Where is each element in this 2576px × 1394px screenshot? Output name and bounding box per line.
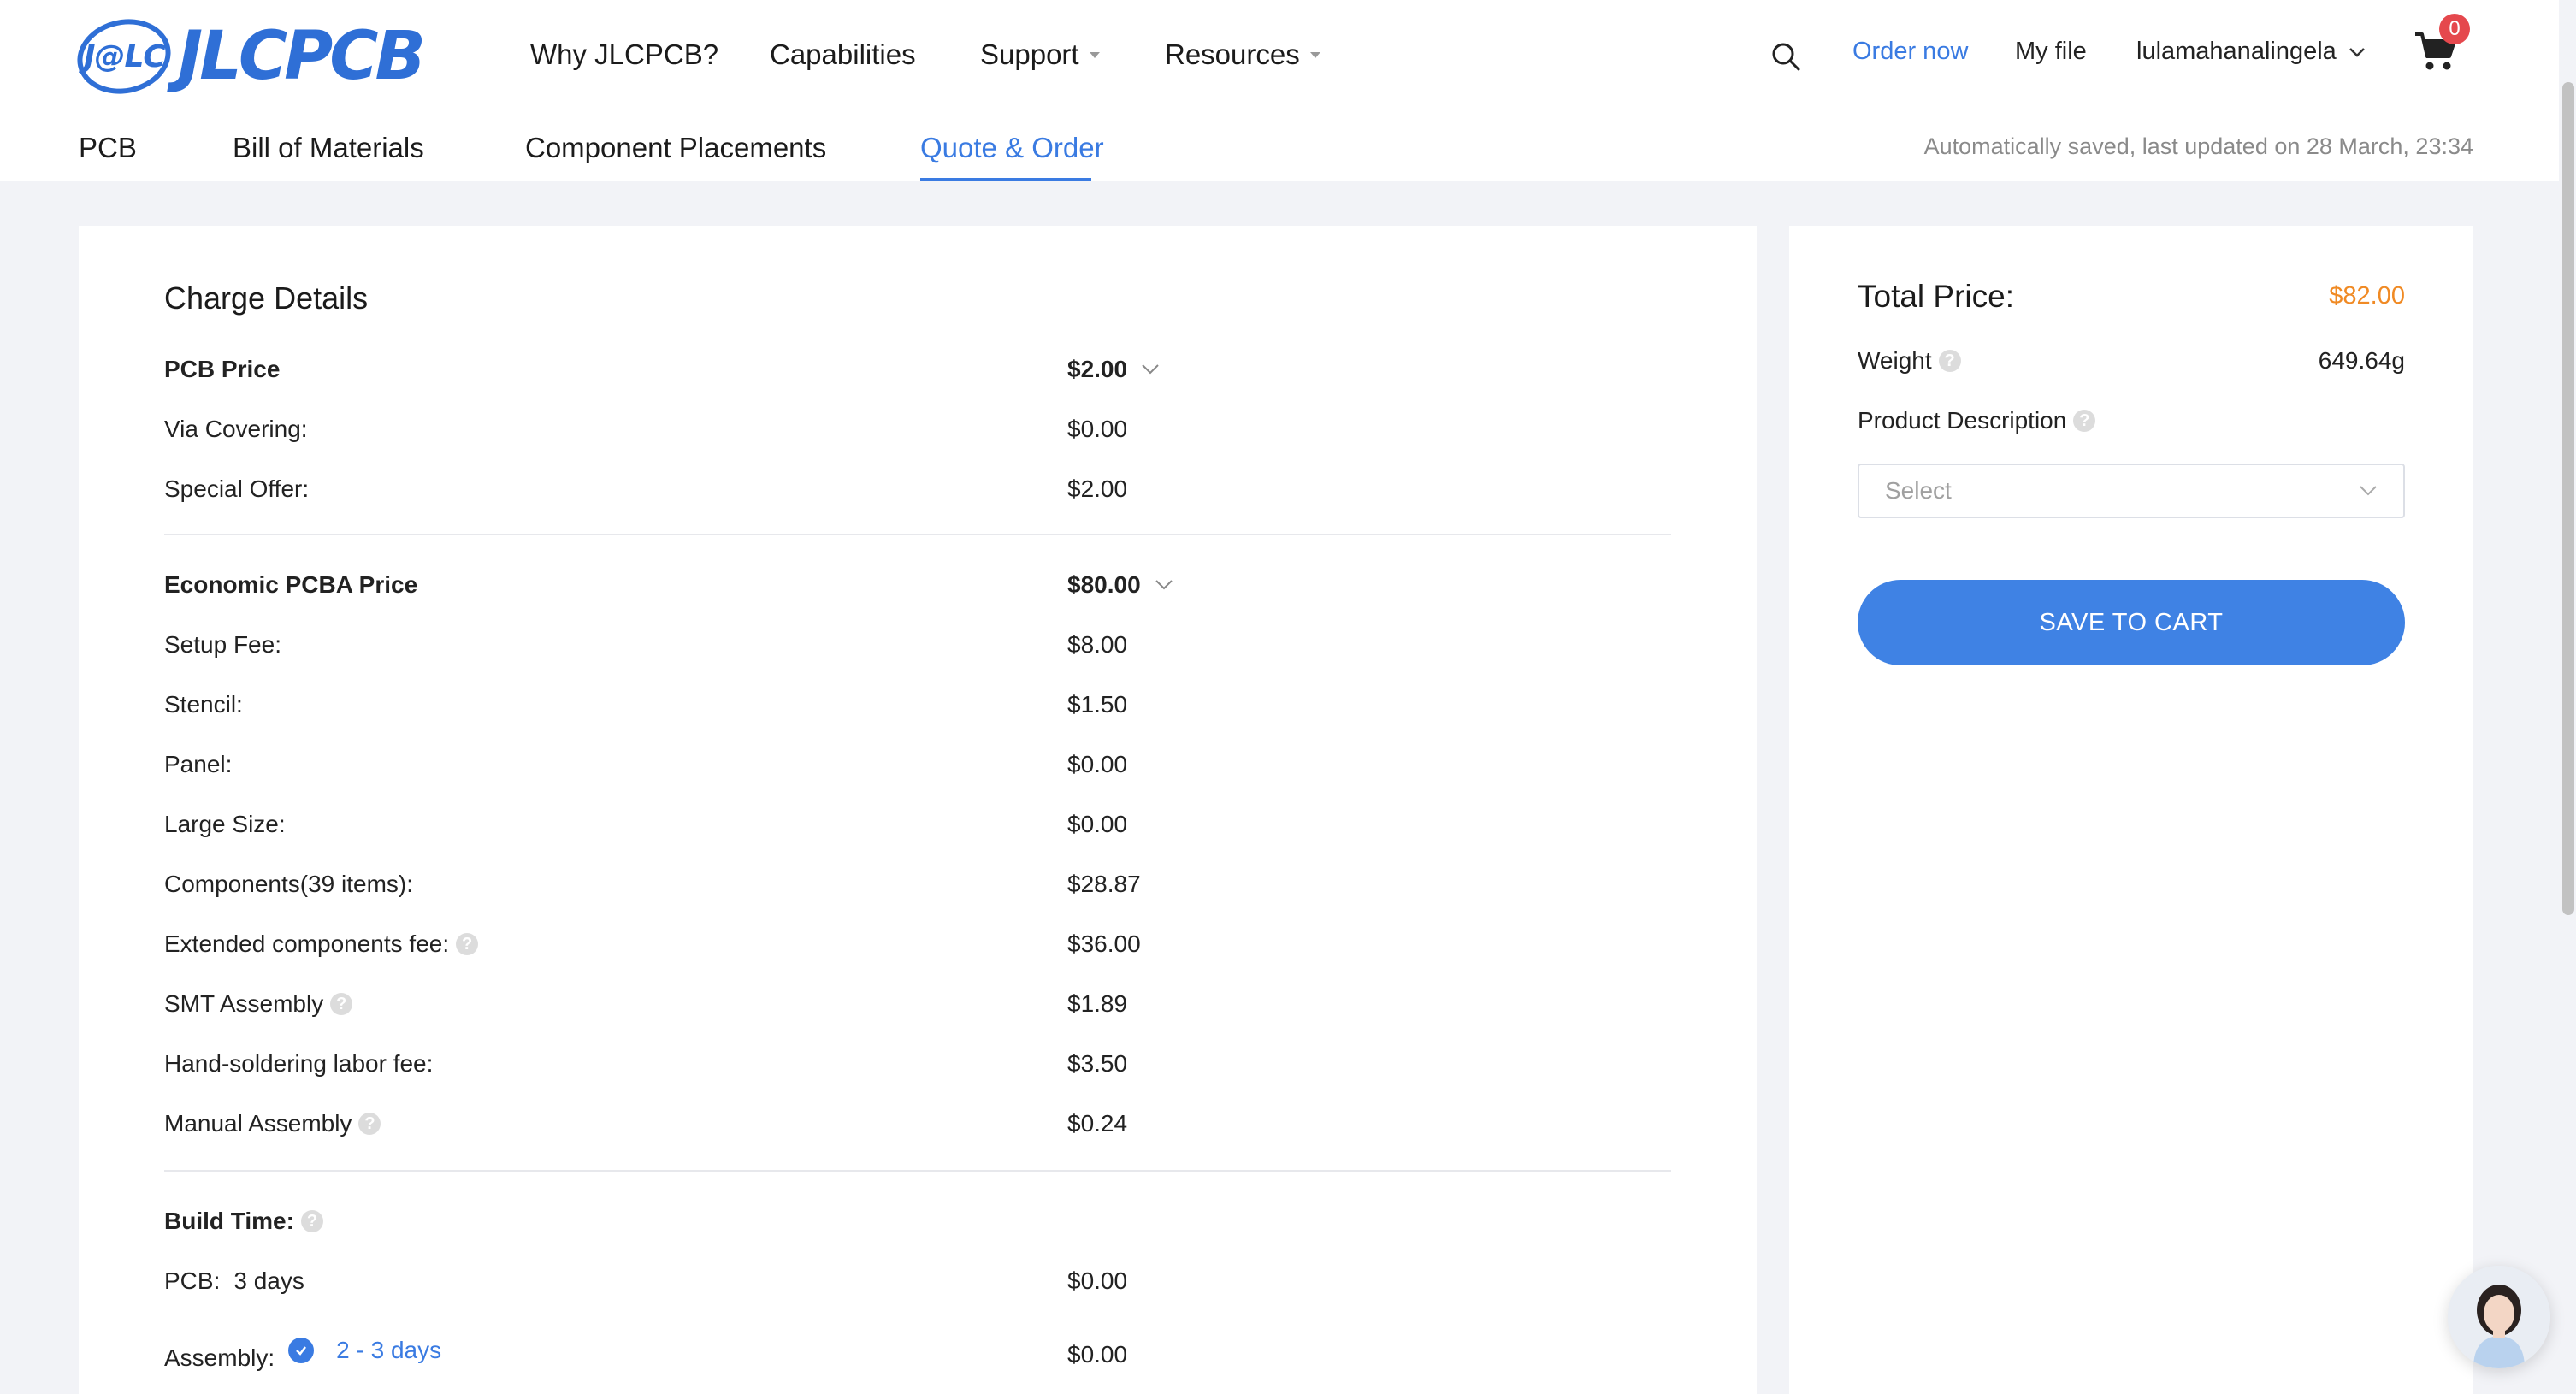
help-icon[interactable]: ? <box>2073 410 2096 432</box>
select-placeholder: Select <box>1885 477 1952 504</box>
nav-capabilities[interactable]: Capabilities <box>770 34 916 75</box>
order-now-link[interactable]: Order now <box>1852 38 1968 66</box>
active-tab-indicator <box>920 178 1091 181</box>
special-offer-label: Special Offer: <box>164 475 310 502</box>
order-summary-card: Total Price: $82.00 Weight ? 649.64g Pro… <box>1789 226 2473 1394</box>
build-time-pcb-days: 3 days <box>233 1267 304 1294</box>
build-time-assembly-label: Assembly: <box>164 1344 275 1371</box>
nav-resources[interactable]: Resources <box>1165 34 1320 75</box>
setup-fee-label: Setup Fee: <box>164 631 281 658</box>
logo-wordmark: JLCPCB <box>178 18 426 95</box>
large-size-value: $0.00 <box>1067 811 1128 837</box>
pcb-price-value: $2.00 <box>1067 356 1128 382</box>
hand-soldering-value: $3.50 <box>1067 1050 1128 1077</box>
components-value: $28.87 <box>1067 871 1141 897</box>
section-divider <box>164 1170 1671 1172</box>
assembly-days-option[interactable]: 2 - 3 days <box>336 1337 441 1364</box>
nav-label: Resources <box>1165 38 1300 70</box>
weight-label: Weight <box>1858 347 1932 374</box>
extended-components-fee-value: $36.00 <box>1067 930 1141 957</box>
help-icon[interactable]: ? <box>358 1113 381 1135</box>
total-price-value: $82.00 <box>2329 282 2405 310</box>
weight-value: 649.64g <box>2318 347 2405 374</box>
build-time-pcb-value: $0.00 <box>1067 1267 1128 1294</box>
manual-assembly-row: Manual Assembly ? <box>164 1110 381 1137</box>
pcb-price-label: PCB Price <box>164 356 281 382</box>
setup-fee-value: $8.00 <box>1067 631 1128 658</box>
save-to-cart-button[interactable]: SAVE TO CART <box>1858 580 2405 665</box>
extended-components-fee-label: Extended components fee: <box>164 930 450 957</box>
smt-assembly-value: $1.89 <box>1067 990 1128 1017</box>
build-time-pcb-label: PCB: <box>164 1267 221 1294</box>
help-icon[interactable]: ? <box>300 1210 323 1232</box>
search-icon[interactable] <box>1770 41 1801 72</box>
pcba-price-value: $80.00 <box>1067 571 1141 598</box>
weight-row: Weight ? <box>1858 347 1961 375</box>
support-chat-avatar[interactable] <box>2448 1266 2550 1368</box>
build-time-row: Build Time: ? <box>164 1208 323 1235</box>
section-divider <box>164 534 1671 535</box>
caret-down-icon <box>1089 51 1100 58</box>
chevron-down-icon <box>1142 364 1159 375</box>
nav-label: Why JLCPCB? <box>530 38 719 70</box>
panel-label: Panel: <box>164 751 233 777</box>
product-description-label: Product Description <box>1858 407 2067 434</box>
product-description-row: Product Description ? <box>1858 407 2096 434</box>
cart-count-badge: 0 <box>2439 14 2470 44</box>
large-size-label: Large Size: <box>164 811 286 837</box>
support-agent-icon <box>2448 1266 2550 1368</box>
build-time-assembly-value: $0.00 <box>1067 1341 1128 1367</box>
help-icon[interactable]: ? <box>456 933 479 955</box>
check-circle-icon[interactable] <box>288 1338 315 1363</box>
pcba-price-label: Economic PCBA Price <box>164 571 418 598</box>
special-offer-value: $2.00 <box>1067 475 1128 502</box>
charge-details-title: Charge Details <box>164 281 369 316</box>
build-time-assembly-row: Assembly: 2 - 3 days <box>164 1337 441 1372</box>
pcba-price-toggle[interactable]: $80.00 <box>1067 571 1173 599</box>
caret-down-icon <box>1309 51 1320 58</box>
stencil-value: $1.50 <box>1067 691 1128 718</box>
extended-components-fee-row: Extended components fee: ? <box>164 930 479 958</box>
panel-value: $0.00 <box>1067 751 1128 777</box>
logo-badge-text: J@LC <box>83 38 165 74</box>
build-time-label: Build Time: <box>164 1208 294 1234</box>
stencil-label: Stencil: <box>164 691 243 718</box>
username: lulamahanalingela <box>2136 38 2337 65</box>
user-menu[interactable]: lulamahanalingela <box>2136 38 2366 66</box>
logo-badge-icon: J@LC <box>70 10 178 103</box>
via-covering-label: Via Covering: <box>164 416 308 442</box>
jlcpcb-logo[interactable]: J@LC JLCPCB <box>70 10 426 103</box>
help-icon[interactable]: ? <box>330 993 353 1015</box>
charge-details-card: Charge Details PCB Price $2.00 Via Cover… <box>79 226 1757 1394</box>
tab-bill-of-materials[interactable]: Bill of Materials <box>233 132 424 164</box>
tab-component-placements[interactable]: Component Placements <box>525 132 826 164</box>
autosave-status: Automatically saved, last updated on 28 … <box>1923 133 2473 159</box>
scrollbar-thumb[interactable] <box>2562 82 2574 915</box>
nav-support[interactable]: Support <box>980 34 1100 75</box>
chevron-down-icon <box>2360 486 2377 496</box>
total-price-label: Total Price: <box>1858 279 2015 314</box>
smt-assembly-row: SMT Assembly ? <box>164 990 353 1018</box>
my-file-link[interactable]: My file <box>2015 38 2087 66</box>
manual-assembly-label: Manual Assembly <box>164 1110 352 1137</box>
nav-why-jlcpcb[interactable]: Why JLCPCB? <box>530 34 718 75</box>
chevron-down-icon <box>1155 580 1173 590</box>
tab-quote-and-order[interactable]: Quote & Order <box>920 132 1104 164</box>
components-label: Components(39 items): <box>164 871 414 897</box>
smt-assembly-label: SMT Assembly <box>164 990 324 1017</box>
via-covering-value: $0.00 <box>1067 416 1128 442</box>
manual-assembly-value: $0.24 <box>1067 1110 1128 1137</box>
hand-soldering-label: Hand-soldering labor fee: <box>164 1050 434 1077</box>
nav-label: Support <box>980 38 1079 70</box>
pcb-price-toggle[interactable]: $2.00 <box>1067 356 1160 383</box>
product-description-select[interactable]: Select <box>1858 464 2405 518</box>
top-header: J@LC JLCPCB Why JLCPCB? Capabilities Sup… <box>0 0 2576 181</box>
nav-label: Capabilities <box>770 38 916 70</box>
tab-pcb[interactable]: PCB <box>79 132 137 164</box>
chevron-down-icon <box>2349 47 2365 57</box>
build-time-pcb-row: PCB: 3 days <box>164 1267 304 1295</box>
help-icon[interactable]: ? <box>1938 350 1961 372</box>
